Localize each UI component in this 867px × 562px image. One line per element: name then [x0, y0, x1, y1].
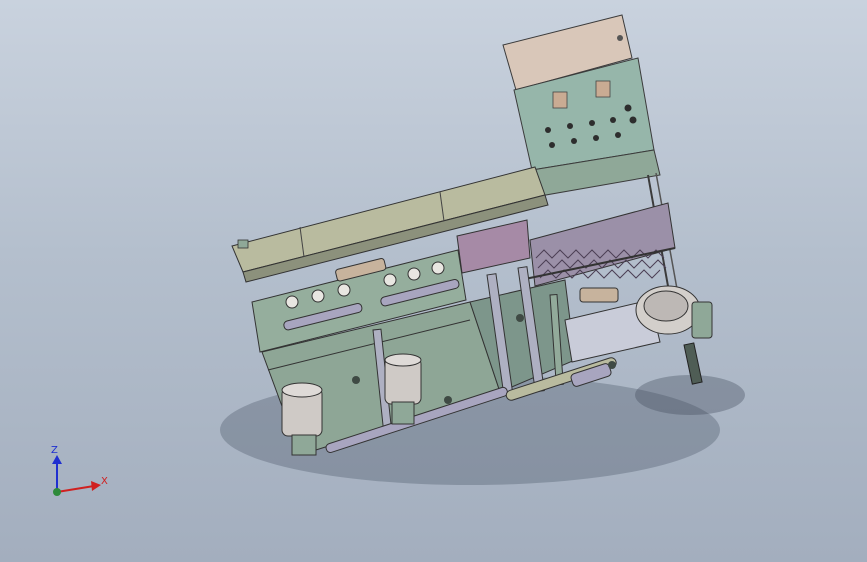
coordinate-triad: Z X [44, 446, 114, 506]
pink-panel [456, 219, 531, 274]
knob-icon[interactable] [624, 104, 632, 112]
gauge-icon [383, 273, 397, 287]
gauge-icon [285, 295, 299, 309]
cabinet-indicator-icon [617, 35, 623, 41]
display-right [595, 80, 611, 98]
knob-icon[interactable] [629, 116, 637, 124]
button-icon[interactable] [610, 117, 616, 123]
button-icon[interactable] [549, 142, 555, 148]
gauge-icon [407, 267, 421, 281]
button-icon[interactable] [571, 138, 577, 144]
button-icon[interactable] [545, 127, 551, 133]
z-arrow-icon [52, 455, 62, 464]
x-axis [56, 485, 95, 493]
gauge-icon [431, 261, 445, 275]
gauge-icon [337, 283, 351, 297]
button-icon[interactable] [589, 120, 595, 126]
gauge-icon [311, 289, 325, 303]
button-icon[interactable] [615, 132, 621, 138]
machine-model[interactable] [0, 0, 867, 562]
motor-shadow [635, 375, 745, 415]
x-arrow-icon [91, 481, 101, 491]
z-axis-label: Z [51, 445, 58, 456]
cad-viewport[interactable]: Z X [0, 0, 867, 562]
display-left [552, 91, 568, 109]
button-icon[interactable] [567, 123, 573, 129]
x-axis-label: X [101, 476, 108, 487]
button-icon[interactable] [593, 135, 599, 141]
origin-icon [53, 488, 61, 496]
